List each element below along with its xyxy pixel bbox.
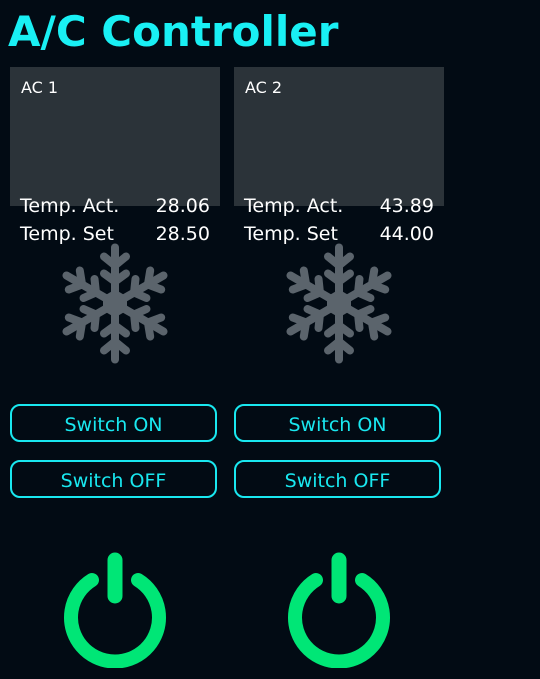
power-icon[interactable] (284, 550, 394, 669)
switch-on-button[interactable]: Switch ON (10, 404, 217, 442)
ac-name: AC 1 (21, 78, 59, 97)
ac-card-1: AC 1 Temp. Act. 28.06 Temp. Set 28.50 (10, 67, 220, 245)
switch-on-button[interactable]: Switch ON (234, 404, 441, 442)
ac-card-2: AC 2 Temp. Act. 43.89 Temp. Set 44.00 (234, 67, 444, 245)
snowflake-icon (279, 241, 399, 366)
page-title: A/C Controller (8, 7, 339, 56)
temp-act-label: Temp. Act. (244, 195, 344, 217)
switch-off-button[interactable]: Switch OFF (234, 460, 441, 498)
power-icon[interactable] (60, 550, 170, 669)
temp-act-label: Temp. Act. (20, 195, 120, 217)
switch-off-button[interactable]: Switch OFF (10, 460, 217, 498)
snowflake-icon (55, 241, 175, 366)
temp-act-value: 28.06 (155, 195, 210, 217)
ac-name: AC 2 (245, 78, 283, 97)
temp-act-value: 43.89 (379, 195, 434, 217)
